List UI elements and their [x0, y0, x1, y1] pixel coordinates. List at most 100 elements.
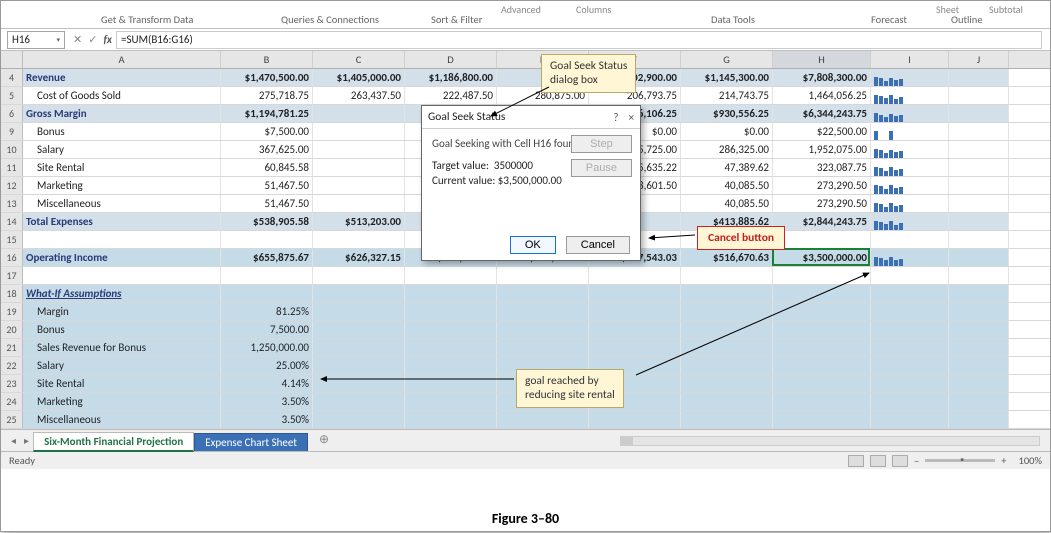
row-header[interactable]: 17: [1, 267, 23, 284]
grid-row[interactable]: 20Bonus7,500.00: [1, 321, 1050, 339]
fx-icon[interactable]: fx: [103, 33, 112, 46]
cell-value[interactable]: [589, 339, 681, 356]
cell-value[interactable]: [221, 231, 313, 248]
cell-value[interactable]: [681, 411, 773, 428]
grid-row[interactable]: 5Cost of Goods Sold275,718.75263,437.502…: [1, 87, 1050, 105]
zoom-plus[interactable]: +: [1001, 454, 1006, 467]
row-label[interactable]: Site Rental: [23, 159, 221, 176]
row-label[interactable]: Marketing: [23, 177, 221, 194]
cell-value[interactable]: 323,087.75: [773, 159, 871, 176]
tab-nav-prev[interactable]: ◂: [7, 434, 20, 447]
cell-value[interactable]: 3.50%: [221, 411, 313, 428]
row-label[interactable]: Site Rental: [23, 375, 221, 392]
cell-value[interactable]: [773, 267, 871, 284]
cell-value[interactable]: [681, 285, 773, 302]
cell-value[interactable]: 51,467.50: [221, 195, 313, 212]
cell-value[interactable]: $1,194,781.25: [221, 105, 313, 122]
cancel-formula-icon[interactable]: ✕: [73, 33, 82, 46]
cell-value[interactable]: 7,500.00: [221, 321, 313, 338]
row-header[interactable]: 24: [1, 393, 23, 410]
cell-value[interactable]: [313, 267, 405, 284]
tab-six-month[interactable]: Six-Month Financial Projection: [33, 432, 194, 452]
cell-value[interactable]: [313, 123, 405, 140]
zoom-level[interactable]: 100%: [1019, 454, 1042, 467]
row-header[interactable]: 11: [1, 159, 23, 176]
col-header-A[interactable]: A: [23, 51, 221, 68]
cell-value[interactable]: $1,145,300.00: [681, 69, 773, 86]
cell-value[interactable]: [773, 285, 871, 302]
cell-value[interactable]: 367,625.00: [221, 141, 313, 158]
row-label[interactable]: Gross Margin: [23, 105, 221, 122]
row-header[interactable]: 25: [1, 411, 23, 428]
cell-value[interactable]: $22,500.00: [773, 123, 871, 140]
cell-value[interactable]: [589, 303, 681, 320]
cell-value[interactable]: [681, 303, 773, 320]
cell-value[interactable]: $3,500,000.00: [773, 249, 871, 266]
cell-value[interactable]: 1,464,056.25: [773, 87, 871, 104]
cell-value[interactable]: [313, 195, 405, 212]
cell-value[interactable]: $6,344,243.75: [773, 105, 871, 122]
col-header-D[interactable]: D: [405, 51, 497, 68]
dialog-ok-button[interactable]: OK: [510, 236, 556, 254]
cell-value[interactable]: [313, 339, 405, 356]
row-header[interactable]: 12: [1, 177, 23, 194]
cell-value[interactable]: [589, 411, 681, 428]
cell-value[interactable]: [681, 321, 773, 338]
cell-value[interactable]: $1,470,500.00: [221, 69, 313, 86]
cell-value[interactable]: [773, 357, 871, 374]
cell-value[interactable]: $538,905.58: [221, 213, 313, 230]
cell-value[interactable]: [589, 285, 681, 302]
cell-value[interactable]: [681, 357, 773, 374]
cell-value[interactable]: [405, 357, 497, 374]
cell-value[interactable]: [497, 339, 589, 356]
ribbon-text-to-columns[interactable]: Columns: [576, 3, 611, 16]
col-header-C[interactable]: C: [313, 51, 405, 68]
row-header[interactable]: 21: [1, 339, 23, 356]
cell-value[interactable]: [405, 375, 497, 392]
cell-value[interactable]: 25.00%: [221, 357, 313, 374]
grid-row[interactable]: 18What-If Assumptions: [1, 285, 1050, 303]
cell-value[interactable]: 60,845.58: [221, 159, 313, 176]
row-label[interactable]: Sales Revenue for Bonus: [23, 339, 221, 356]
dialog-help-icon[interactable]: ?: [613, 111, 618, 124]
cell-value[interactable]: [589, 321, 681, 338]
cell-value[interactable]: [405, 321, 497, 338]
ribbon-advanced[interactable]: Advanced: [501, 3, 541, 16]
col-header-H[interactable]: H: [773, 51, 871, 68]
cell-value[interactable]: [405, 393, 497, 410]
cell-value[interactable]: [221, 267, 313, 284]
view-normal-icon[interactable]: [848, 455, 864, 467]
formula-input[interactable]: =SUM(B16:G16): [116, 31, 1042, 49]
cell-value[interactable]: $655,875.67: [221, 249, 313, 266]
cell-value[interactable]: 81.25%: [221, 303, 313, 320]
cell-value[interactable]: [405, 285, 497, 302]
cell-value[interactable]: $1,186,800.00: [405, 69, 497, 86]
dialog-step-button[interactable]: Step: [571, 135, 632, 153]
row-header[interactable]: 13: [1, 195, 23, 212]
select-all-corner[interactable]: [1, 51, 23, 68]
row-label[interactable]: Salary: [23, 141, 221, 158]
cell-value[interactable]: 263,437.50: [313, 87, 405, 104]
cell-value[interactable]: [773, 393, 871, 410]
tab-nav-next[interactable]: ▸: [20, 434, 33, 447]
cell-value[interactable]: $0.00: [681, 123, 773, 140]
cell-value[interactable]: 51,467.50: [221, 177, 313, 194]
cell-value[interactable]: 286,325.00: [681, 141, 773, 158]
row-header[interactable]: 20: [1, 321, 23, 338]
cell-value[interactable]: 273,290.50: [773, 177, 871, 194]
dialog-cancel-button[interactable]: Cancel: [566, 236, 630, 254]
zoom-slider[interactable]: [925, 459, 995, 462]
col-header-J[interactable]: J: [949, 51, 1009, 68]
cell-value[interactable]: [313, 231, 405, 248]
cell-value[interactable]: [497, 303, 589, 320]
row-header[interactable]: 9: [1, 123, 23, 140]
view-page-layout-icon[interactable]: [870, 455, 886, 467]
cell-value[interactable]: [681, 339, 773, 356]
cell-value[interactable]: $930,556.25: [681, 105, 773, 122]
row-header[interactable]: 4: [1, 69, 23, 86]
cell-value[interactable]: [773, 231, 871, 248]
name-box[interactable]: H16 ▾: [7, 31, 65, 49]
row-header[interactable]: 14: [1, 213, 23, 230]
cell-value[interactable]: [773, 375, 871, 392]
new-sheet-button[interactable]: ⊕: [316, 433, 332, 449]
